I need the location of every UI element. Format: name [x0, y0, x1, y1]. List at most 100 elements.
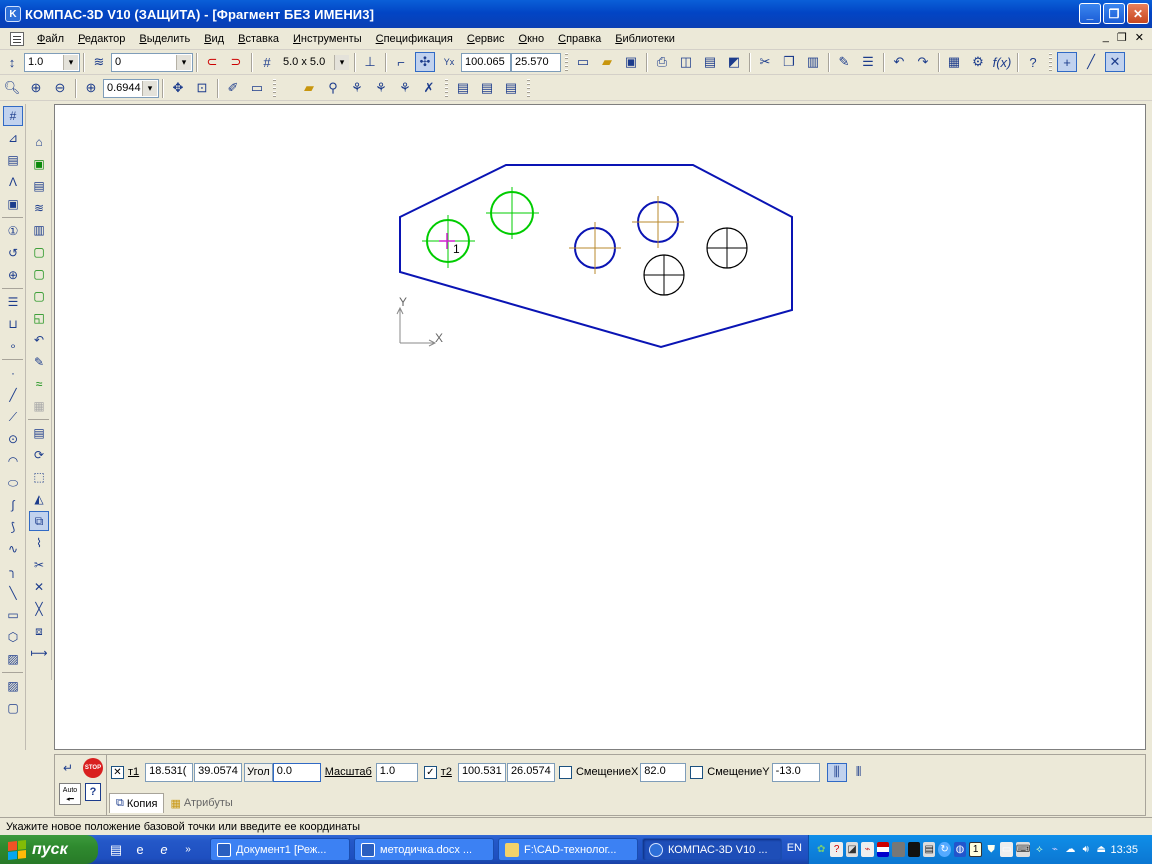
reports-panel-icon[interactable]: ⊔: [3, 314, 23, 334]
tray-antivirus-icon[interactable]: ⛊: [985, 842, 997, 857]
deformation-icon[interactable]: ⌇: [29, 533, 49, 553]
tray-volume-icon[interactable]: 🔊︎: [1080, 842, 1092, 857]
segment-icon[interactable]: ⟋: [3, 407, 23, 427]
macro-icon[interactable]: ▨: [3, 676, 23, 696]
stop-button[interactable]: STOP: [83, 758, 103, 778]
local-cs-icon[interactable]: ⊥: [360, 52, 380, 72]
spec-panel-icon[interactable]: ☰: [3, 292, 23, 312]
enter-object-icon[interactable]: ↵: [63, 761, 81, 777]
tray-number-icon[interactable]: 1: [969, 842, 982, 857]
rotate-icon[interactable]: ▣: [29, 154, 49, 174]
zoom-scale-icon[interactable]: ⊕: [81, 78, 101, 98]
format-brush-icon[interactable]: ✎: [834, 52, 854, 72]
quicklaunch-ie2-icon[interactable]: e: [155, 841, 173, 859]
quicklaunch-more-icon[interactable]: »: [179, 841, 197, 859]
clock[interactable]: 13:35: [1110, 844, 1138, 856]
align-icon[interactable]: ⟼: [29, 643, 49, 663]
cut-icon[interactable]: ✂: [755, 52, 775, 72]
deform-move-icon[interactable]: ▢: [29, 264, 49, 284]
new-document-icon[interactable]: ▭: [573, 52, 593, 72]
library-edit-icon[interactable]: ⚘: [395, 78, 415, 98]
properties-doc-icon[interactable]: ◩: [724, 52, 744, 72]
tray-battery-icon[interactable]: ▭: [1000, 842, 1013, 857]
offset-y-field[interactable]: -13.0: [771, 762, 820, 782]
arc-icon[interactable]: ◠: [3, 451, 23, 471]
rebuild-icon[interactable]: ▭: [247, 78, 267, 98]
bezier-icon[interactable]: ∿: [3, 539, 23, 559]
fragment-drawing[interactable]: 1 Y X: [55, 105, 1145, 749]
t2-y-field[interactable]: 26.0574: [506, 762, 555, 782]
tray-sync-icon[interactable]: ↻: [938, 842, 951, 857]
extend-icon[interactable]: ╳: [29, 599, 49, 619]
layer-combo[interactable]: 0: [111, 52, 193, 72]
library-insert-icon[interactable]: ⚘: [371, 78, 391, 98]
move-icon[interactable]: ⌂: [29, 132, 49, 152]
cursor-y-field[interactable]: 25.570: [511, 52, 561, 72]
tray-cloud-icon[interactable]: ☁: [1064, 842, 1076, 857]
t2-x-field[interactable]: 100.531: [457, 762, 506, 782]
close-button[interactable]: ✕: [1127, 3, 1149, 24]
dimensions-panel-icon[interactable]: ⊿: [3, 128, 23, 148]
grid-step-combo[interactable]: 5.0 x 5.0: [279, 53, 351, 72]
tray-chat-icon[interactable]: ◪: [845, 842, 859, 857]
menu-view[interactable]: Вид: [197, 33, 231, 45]
offset-y-checkbox[interactable]: [690, 765, 704, 779]
zoom-out-icon[interactable]: ⊖: [50, 78, 70, 98]
save-icon[interactable]: ▣: [621, 52, 641, 72]
show-all-icon[interactable]: ⊡: [192, 78, 212, 98]
copy-objects-icon[interactable]: ▥: [29, 220, 49, 240]
print-preview-icon[interactable]: ◫: [676, 52, 696, 72]
rotate-objects-icon[interactable]: ⟳: [29, 445, 49, 465]
cursor-x-field[interactable]: 100.065: [461, 52, 511, 72]
tray-shield-icon[interactable]: ◍: [953, 842, 967, 857]
mdi-restore-button[interactable]: ❐: [1117, 31, 1127, 44]
menu-window[interactable]: Окно: [512, 33, 552, 45]
minimize-button[interactable]: _: [1079, 3, 1101, 24]
menu-specification[interactable]: Спецификация: [369, 33, 460, 45]
preview-icon[interactable]: ▤: [700, 52, 720, 72]
report-view-icon[interactable]: ▤: [501, 78, 521, 98]
drawing-canvas[interactable]: 1 Y X: [54, 104, 1146, 750]
deform-icon[interactable]: ▢: [29, 242, 49, 262]
tray-keyboard-icon[interactable]: ⌨: [1015, 842, 1031, 857]
library-tree-icon[interactable]: ⚘: [347, 78, 367, 98]
tray-network-icon[interactable]: [892, 842, 905, 857]
t1-y-field[interactable]: 39.0574: [194, 762, 243, 782]
associative-views-icon[interactable]: ⊕: [3, 265, 23, 285]
library-folder-icon[interactable]: ▰: [299, 78, 319, 98]
document-manager-icon[interactable]: ☰: [858, 52, 878, 72]
designations-panel-icon[interactable]: ▤: [3, 150, 23, 170]
pan-icon[interactable]: ✥: [168, 78, 188, 98]
delete-original-icon[interactable]: ⫴: [849, 763, 869, 782]
ellipse-icon[interactable]: ⬭: [3, 473, 23, 493]
waveform-icon[interactable]: ≈: [29, 374, 49, 394]
print-icon[interactable]: ⎙: [652, 52, 672, 72]
menu-service[interactable]: Сервис: [460, 33, 512, 45]
layers-icon[interactable]: ≋: [89, 52, 109, 72]
menu-help[interactable]: Справка: [551, 33, 608, 45]
undo-icon[interactable]: ↶: [889, 52, 909, 72]
t1-x-field[interactable]: 18.531(: [145, 762, 194, 782]
quicklaunch-ie-icon[interactable]: e: [131, 841, 149, 859]
help-pointer-icon[interactable]: ?: [1023, 52, 1043, 72]
tray-bluetooth-icon[interactable]: ⟡: [1033, 842, 1045, 857]
line-width-combo[interactable]: 1.0: [24, 52, 80, 72]
deform-scale-icon[interactable]: ◱: [29, 308, 49, 328]
geometry-panel-icon[interactable]: #: [3, 106, 23, 126]
task-word-metodichka[interactable]: методичка.docx ...: [354, 838, 494, 861]
menu-editor[interactable]: Редактор: [71, 33, 132, 45]
task-kompas[interactable]: КОМПАС-3D V10 ...: [642, 838, 782, 861]
tray-tool-icon[interactable]: ⌁: [861, 842, 874, 857]
snap-point-icon[interactable]: +: [1057, 52, 1077, 72]
symmetry-icon[interactable]: ≋: [29, 198, 49, 218]
task-word-document1[interactable]: Документ1 [Реж...: [210, 838, 350, 861]
scale-objects-icon[interactable]: ⬚: [29, 467, 49, 487]
chamfer-icon[interactable]: ╲: [3, 583, 23, 603]
tray-help-icon[interactable]: ?: [830, 842, 843, 857]
tray-flag-icon[interactable]: [876, 842, 890, 857]
library-manager-icon[interactable]: ▦: [944, 52, 964, 72]
panel-extra-icon[interactable]: ▢: [3, 698, 23, 718]
auxiliary-line-icon[interactable]: ╱: [3, 385, 23, 405]
t1-check-icon[interactable]: ✕: [111, 765, 124, 779]
open-folder-icon[interactable]: ▰: [597, 52, 617, 72]
